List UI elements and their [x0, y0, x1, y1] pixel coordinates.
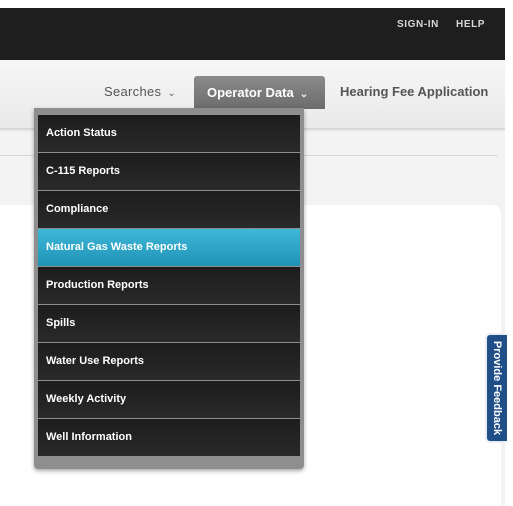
dropdown-item[interactable]: Action Status	[38, 115, 300, 152]
top-header-bar	[0, 8, 505, 60]
dropdown-item[interactable]: Well Information	[38, 419, 300, 456]
dropdown-item[interactable]: Production Reports	[38, 267, 300, 304]
sign-in-link[interactable]: SIGN-IN	[397, 19, 439, 30]
dropdown-item[interactable]: Weekly Activity	[38, 381, 300, 418]
nav-operator-data-label: Operator Data	[207, 85, 294, 100]
provide-feedback-tab[interactable]: Provide Feedback	[485, 333, 507, 443]
dropdown-item[interactable]: Spills	[38, 305, 300, 342]
dropdown-item[interactable]: Water Use Reports	[38, 343, 300, 380]
help-link[interactable]: HELP	[456, 19, 485, 30]
dropdown-item[interactable]: Natural Gas Waste Reports	[38, 229, 300, 266]
chevron-down-icon: ⌄	[299, 89, 309, 100]
provide-feedback-label: Provide Feedback	[491, 340, 503, 436]
nav-searches-menu[interactable]: Searches ⌄	[104, 84, 176, 99]
dropdown-item[interactable]: C-115 Reports	[38, 153, 300, 190]
chevron-down-icon: ⌄	[167, 88, 177, 99]
nav-searches-label: Searches	[104, 84, 162, 99]
dropdown-item[interactable]: Compliance	[38, 191, 300, 228]
nav-hearing-fee-application[interactable]: Hearing Fee Application	[340, 84, 488, 99]
dropdown-menu-list: Action Status C-115 Reports Compliance Natu…	[38, 115, 300, 457]
nav-operator-data-menu[interactable]: Operator Data ⌄	[194, 76, 325, 109]
operator-data-dropdown: Action Status C-115 Reports Compliance Natu…	[34, 108, 304, 469]
